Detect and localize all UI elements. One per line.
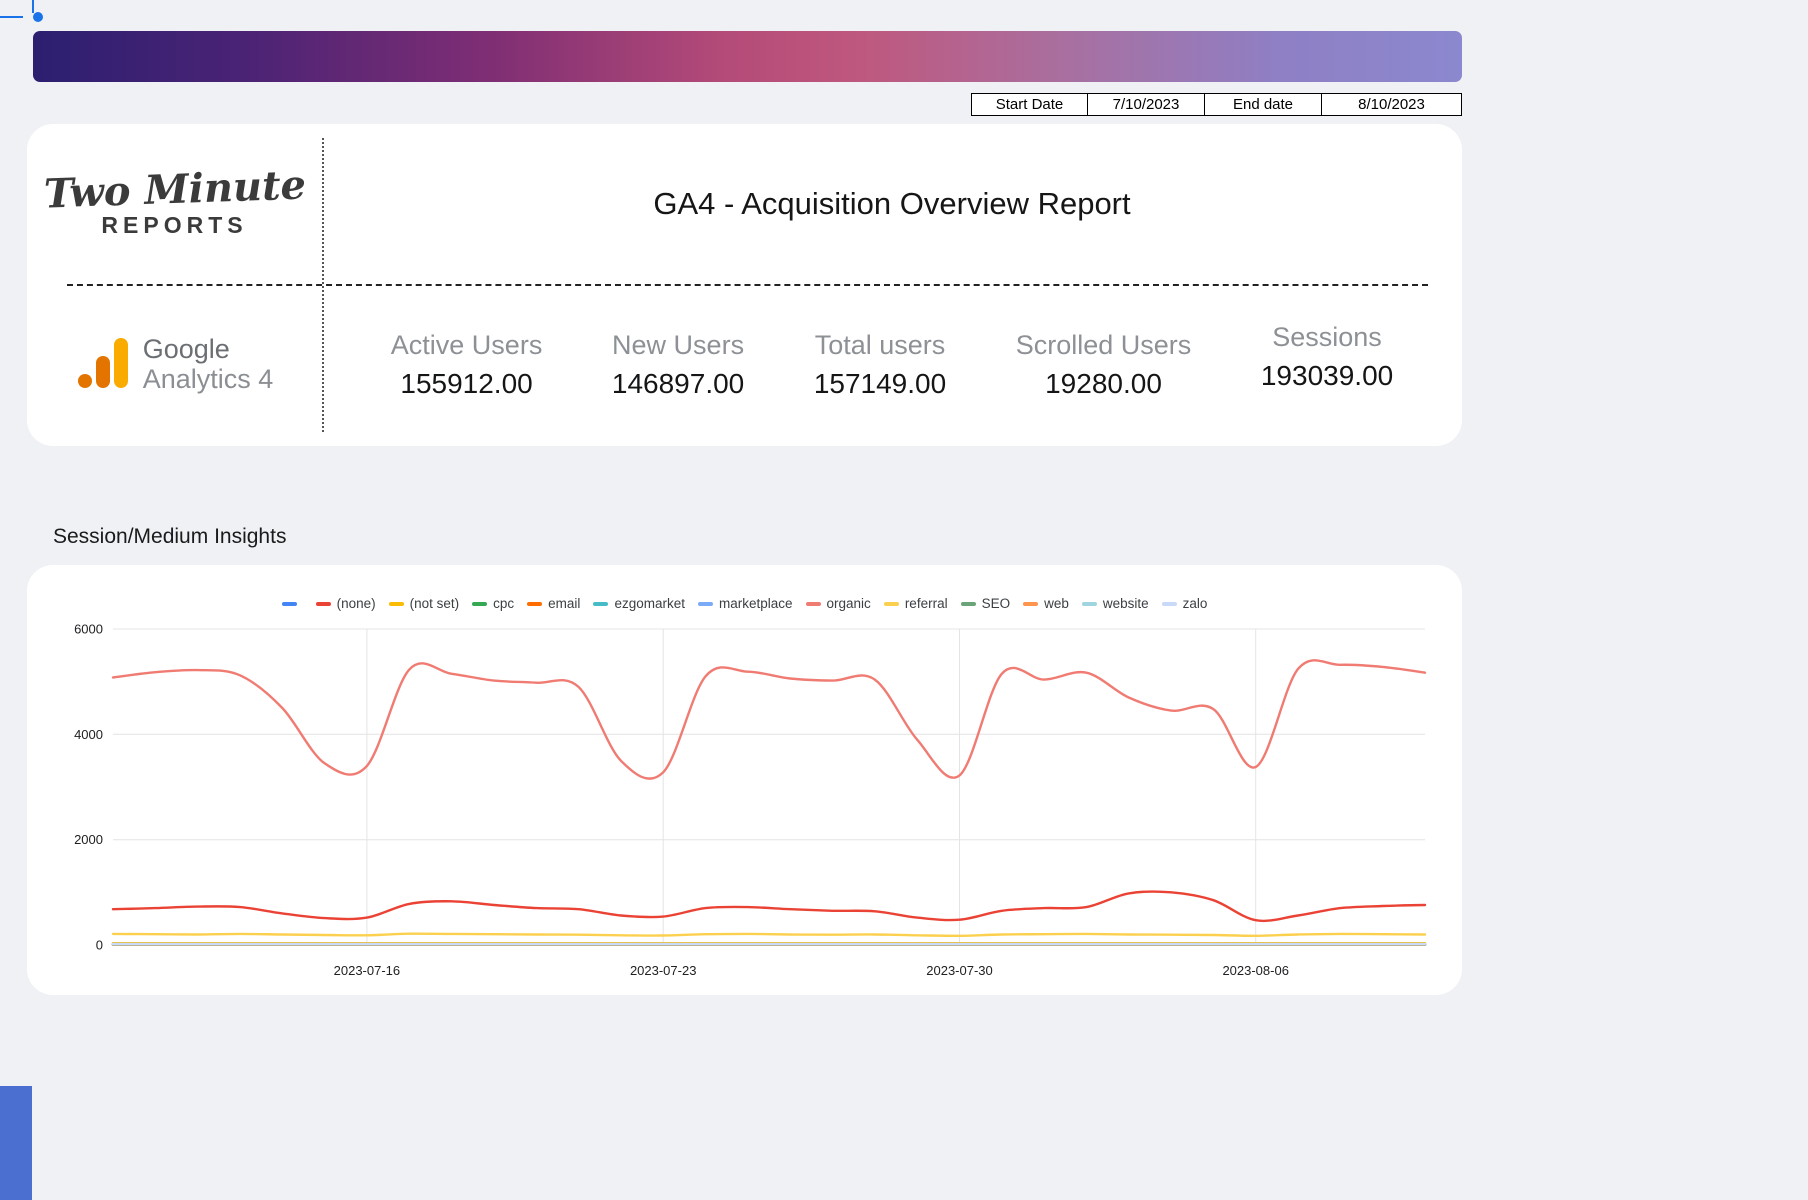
legend-swatch bbox=[316, 602, 331, 606]
metric-label: Total users bbox=[814, 330, 946, 361]
svg-text:6000: 6000 bbox=[74, 622, 103, 637]
legend-label: organic bbox=[827, 596, 871, 611]
legend-item-cpc: cpc bbox=[472, 596, 514, 611]
metric-sessions: Sessions 193039.00 bbox=[1261, 322, 1393, 392]
metric-value: 193039.00 bbox=[1261, 360, 1393, 392]
legend-item-organic: organic bbox=[806, 596, 871, 611]
google-analytics-icon bbox=[76, 336, 130, 395]
legend-swatch bbox=[806, 602, 821, 606]
legend-item-marketplace: marketplace bbox=[698, 596, 793, 611]
section-title: Session/Medium Insights bbox=[53, 525, 286, 549]
legend-swatch bbox=[961, 602, 976, 606]
legend-swatch bbox=[1023, 602, 1038, 606]
metric-label: Scrolled Users bbox=[1016, 330, 1192, 361]
svg-text:2023-07-30: 2023-07-30 bbox=[926, 963, 993, 978]
legend-label: (not set) bbox=[410, 596, 460, 611]
logo-script-text: Two Minute bbox=[43, 165, 306, 214]
svg-text:2000: 2000 bbox=[74, 832, 103, 847]
legend-swatch bbox=[527, 602, 542, 606]
sessions-chart-card: (none) (not set) cpc email ezgomarket marketp… bbox=[27, 565, 1462, 995]
start-date-label-cell: Start Date bbox=[971, 93, 1088, 116]
end-date-label-cell: End date bbox=[1204, 93, 1322, 116]
legend-item--not-set-: (not set) bbox=[389, 596, 460, 611]
title-area: GA4 - Acquisition Overview Report bbox=[322, 124, 1462, 284]
legend-item-blank bbox=[282, 602, 303, 606]
legend-swatch bbox=[282, 602, 297, 606]
google-analytics-wordmark: Google Analytics 4 bbox=[143, 335, 274, 394]
legend-label: referral bbox=[905, 596, 948, 611]
bottom-left-blue-bar bbox=[0, 1086, 32, 1200]
header-gradient-banner bbox=[33, 31, 1462, 82]
legend-label: cpc bbox=[493, 596, 514, 611]
legend-item-referral: referral bbox=[884, 596, 948, 611]
metric-active-users: Active Users 155912.00 bbox=[391, 330, 543, 400]
svg-text:4000: 4000 bbox=[74, 727, 103, 742]
two-minute-reports-logo: Two Minute REPORTS bbox=[27, 124, 322, 284]
date-range-table: Start Date 7/10/2023 End date 8/10/2023 bbox=[971, 93, 1462, 116]
metric-value: 155912.00 bbox=[391, 368, 543, 400]
metric-scrolled-users: Scrolled Users 19280.00 bbox=[1016, 330, 1192, 400]
legend-label: zalo bbox=[1183, 596, 1208, 611]
legend-swatch bbox=[1162, 602, 1177, 606]
legend-item-zalo: zalo bbox=[1162, 596, 1208, 611]
legend-swatch bbox=[884, 602, 899, 606]
legend-label: website bbox=[1103, 596, 1149, 611]
page-title: GA4 - Acquisition Overview Report bbox=[653, 186, 1130, 222]
metric-label: Active Users bbox=[391, 330, 543, 361]
chart-legend: (none) (not set) cpc email ezgomarket marketp… bbox=[27, 565, 1462, 611]
legend-label: web bbox=[1044, 596, 1069, 611]
legend-item-web: web bbox=[1023, 596, 1069, 611]
legend-swatch bbox=[472, 602, 487, 606]
metric-value: 19280.00 bbox=[1016, 368, 1192, 400]
logo-reports-text: REPORTS bbox=[101, 212, 247, 239]
metric-value: 157149.00 bbox=[814, 368, 946, 400]
report-header-card: Two Minute REPORTS GA4 - Acquisition Ove… bbox=[27, 124, 1462, 446]
svg-text:2023-08-06: 2023-08-06 bbox=[1222, 963, 1289, 978]
selection-anchor-line-h bbox=[0, 16, 23, 18]
report-page: Start Date 7/10/2023 End date 8/10/2023 … bbox=[0, 0, 1808, 1200]
legend-item-ezgomarket: ezgomarket bbox=[593, 596, 685, 611]
legend-label: ezgomarket bbox=[614, 596, 685, 611]
ga4-logo-block: Google Analytics 4 bbox=[27, 284, 322, 446]
legend-swatch bbox=[698, 602, 713, 606]
selection-anchor-dot[interactable] bbox=[33, 12, 43, 22]
metrics-row: Active Users 155912.00 New Users 146897.00 T… bbox=[322, 284, 1462, 446]
legend-label: (none) bbox=[337, 596, 376, 611]
svg-text:2023-07-16: 2023-07-16 bbox=[334, 963, 401, 978]
metric-label: Sessions bbox=[1261, 322, 1393, 353]
legend-label: marketplace bbox=[719, 596, 793, 611]
svg-text:0: 0 bbox=[96, 938, 103, 953]
legend-item-email: email bbox=[527, 596, 580, 611]
legend-item-website: website bbox=[1082, 596, 1149, 611]
metric-new-users: New Users 146897.00 bbox=[612, 330, 744, 400]
legend-label: email bbox=[548, 596, 580, 611]
svg-text:2023-07-23: 2023-07-23 bbox=[630, 963, 697, 978]
end-date-value-cell[interactable]: 8/10/2023 bbox=[1321, 93, 1462, 116]
legend-item-seo: SEO bbox=[961, 596, 1011, 611]
legend-label: SEO bbox=[982, 596, 1011, 611]
metric-label: New Users bbox=[612, 330, 744, 361]
sessions-line-chart[interactable]: 2023-07-16 2023-07-23 2023-07-30 2023-08-06… bbox=[27, 615, 1462, 992]
legend-item--none-: (none) bbox=[316, 596, 376, 611]
legend-swatch bbox=[593, 602, 608, 606]
start-date-value-cell[interactable]: 7/10/2023 bbox=[1087, 93, 1205, 116]
legend-swatch bbox=[1082, 602, 1097, 606]
legend-swatch bbox=[389, 602, 404, 606]
selection-anchor-line-v bbox=[32, 0, 34, 13]
metric-value: 146897.00 bbox=[612, 368, 744, 400]
metric-total-users: Total users 157149.00 bbox=[814, 330, 946, 400]
